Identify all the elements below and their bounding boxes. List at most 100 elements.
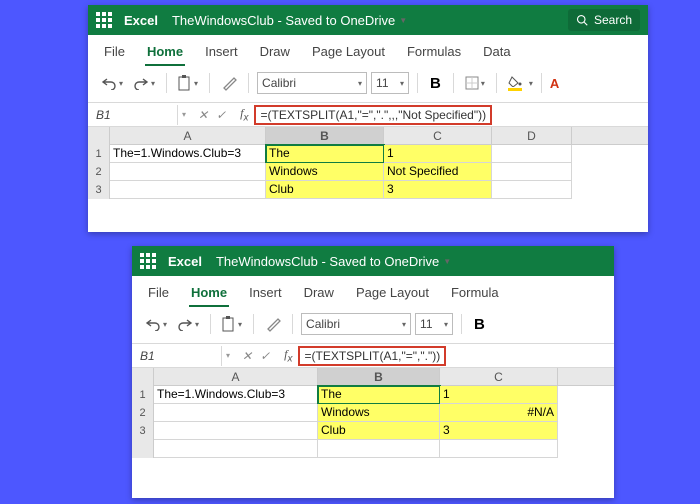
document-title[interactable]: TheWindowsClub - Saved to OneDrive ▼ (216, 254, 451, 269)
document-title[interactable]: TheWindowsClub - Saved to OneDrive ▼ (172, 13, 407, 28)
ribbon-toolbar: ▾ ▾ ▾ Calibri▾ 11▾ B ▾ ▾ A (88, 68, 648, 103)
select-all-corner[interactable] (88, 127, 110, 145)
row-4 (132, 440, 614, 458)
row-header[interactable]: 1 (132, 386, 154, 404)
format-painter-button[interactable] (262, 314, 284, 334)
formula-input[interactable]: =(TEXTSPLIT(A1,"=",".",,,"Not Specified"… (254, 105, 492, 125)
row-3: 3 Club 3 (132, 422, 614, 440)
cell-c2[interactable]: Not Specified (384, 163, 492, 181)
cell-d1[interactable] (492, 145, 572, 163)
cell-c1[interactable]: 1 (440, 386, 558, 404)
fill-color-button[interactable] (505, 74, 525, 93)
row-header[interactable] (132, 440, 154, 458)
cell-d3[interactable] (492, 181, 572, 199)
titlebar: Excel TheWindowsClub - Saved to OneDrive… (132, 246, 614, 276)
font-size-select[interactable]: 11▾ (415, 313, 453, 335)
bold-button[interactable]: B (470, 316, 489, 333)
col-header-c[interactable]: C (384, 127, 492, 144)
bold-button[interactable]: B (426, 75, 445, 92)
cell-b4[interactable] (318, 440, 440, 458)
tab-page-layout[interactable]: Page Layout (354, 282, 431, 307)
cell-a3[interactable] (110, 181, 266, 199)
tab-draw[interactable]: Draw (302, 282, 336, 307)
cell-b3[interactable]: Club (318, 422, 440, 440)
col-header-b[interactable]: B (318, 368, 440, 385)
cell-a1[interactable]: The=1.Windows.Club=3 (110, 145, 266, 163)
cell-a1[interactable]: The=1.Windows.Club=3 (154, 386, 318, 404)
formula-bar-row: B1 ▾ ✕ ✓ fx =(TEXTSPLIT(A1,"=",".")) (132, 344, 614, 368)
cell-c2[interactable]: #N/A (440, 404, 558, 422)
search-box[interactable]: Search (568, 9, 640, 31)
col-header-c[interactable]: C (440, 368, 558, 385)
enter-formula-icon[interactable]: ✓ (260, 349, 270, 363)
tab-file[interactable]: File (102, 41, 127, 66)
formula-input[interactable]: =(TEXTSPLIT(A1,"=",".")) (298, 346, 446, 366)
select-all-corner[interactable] (132, 368, 154, 386)
tab-home[interactable]: Home (189, 282, 229, 307)
font-name-select[interactable]: Calibri▾ (257, 72, 367, 94)
cell-d2[interactable] (492, 163, 572, 181)
name-box[interactable]: B1 (88, 105, 178, 125)
cancel-formula-icon[interactable]: ✕ (198, 108, 208, 122)
cell-c3[interactable]: 3 (440, 422, 558, 440)
namebox-dropdown-icon[interactable]: ▾ (222, 351, 234, 360)
cell-a2[interactable] (154, 404, 318, 422)
cell-a2[interactable] (110, 163, 266, 181)
redo-button[interactable]: ▾ (174, 315, 202, 333)
cell-c3[interactable]: 3 (384, 181, 492, 199)
col-header-d[interactable]: D (492, 127, 572, 144)
chevron-down-icon: ▼ (399, 16, 407, 25)
cell-b3[interactable]: Club (266, 181, 384, 199)
excel-window-1: Excel TheWindowsClub - Saved to OneDrive… (88, 5, 648, 232)
tab-insert[interactable]: Insert (247, 282, 284, 307)
search-icon (576, 14, 588, 26)
paste-button[interactable]: ▾ (175, 73, 201, 93)
undo-button[interactable]: ▾ (98, 74, 126, 92)
row-1: 1 The=1.Windows.Club=3 The 1 (132, 386, 614, 404)
app-launcher-icon[interactable] (140, 253, 156, 269)
undo-button[interactable]: ▾ (142, 315, 170, 333)
font-name-select[interactable]: Calibri▾ (301, 313, 411, 335)
chevron-down-icon: ▼ (443, 257, 451, 266)
tab-draw[interactable]: Draw (258, 41, 292, 66)
app-launcher-icon[interactable] (96, 12, 112, 28)
enter-formula-icon[interactable]: ✓ (216, 108, 226, 122)
formula-bar-row: B1 ▾ ✕ ✓ fx =(TEXTSPLIT(A1,"=",".",,,"No… (88, 103, 648, 127)
cell-a3[interactable] (154, 422, 318, 440)
namebox-dropdown-icon[interactable]: ▾ (178, 110, 190, 119)
tab-page-layout[interactable]: Page Layout (310, 41, 387, 66)
col-header-b[interactable]: B (266, 127, 384, 144)
format-painter-button[interactable] (218, 73, 240, 93)
cell-b1[interactable]: The (266, 145, 384, 163)
row-header[interactable]: 3 (132, 422, 154, 440)
row-header[interactable]: 2 (132, 404, 154, 422)
tab-file[interactable]: File (146, 282, 171, 307)
tab-insert[interactable]: Insert (203, 41, 240, 66)
row-header[interactable]: 3 (88, 181, 110, 199)
col-header-a[interactable]: A (154, 368, 318, 385)
fx-icon[interactable]: fx (278, 347, 298, 364)
cell-a4[interactable] (154, 440, 318, 458)
cell-c1[interactable]: 1 (384, 145, 492, 163)
fx-icon[interactable]: fx (234, 106, 254, 123)
cell-b2[interactable]: Windows (318, 404, 440, 422)
tab-formulas[interactable]: Formulas (405, 41, 463, 66)
row-header[interactable]: 2 (88, 163, 110, 181)
font-size-select[interactable]: 11▾ (371, 72, 409, 94)
paste-button[interactable]: ▾ (219, 314, 245, 334)
cell-b2[interactable]: Windows (266, 163, 384, 181)
row-header[interactable]: 1 (88, 145, 110, 163)
cell-b1[interactable]: The (318, 386, 440, 404)
borders-button[interactable]: ▾ (462, 74, 488, 92)
cancel-formula-icon[interactable]: ✕ (242, 349, 252, 363)
redo-button[interactable]: ▾ (130, 74, 158, 92)
tab-data[interactable]: Data (481, 41, 512, 66)
tab-formulas[interactable]: Formula (449, 282, 501, 307)
font-color-button[interactable]: A (550, 76, 559, 91)
tab-home[interactable]: Home (145, 41, 185, 66)
name-box[interactable]: B1 (132, 346, 222, 366)
cell-c4[interactable] (440, 440, 558, 458)
ribbon-tabs: File Home Insert Draw Page Layout Formul… (132, 276, 614, 309)
app-name: Excel (124, 13, 158, 28)
col-header-a[interactable]: A (110, 127, 266, 144)
